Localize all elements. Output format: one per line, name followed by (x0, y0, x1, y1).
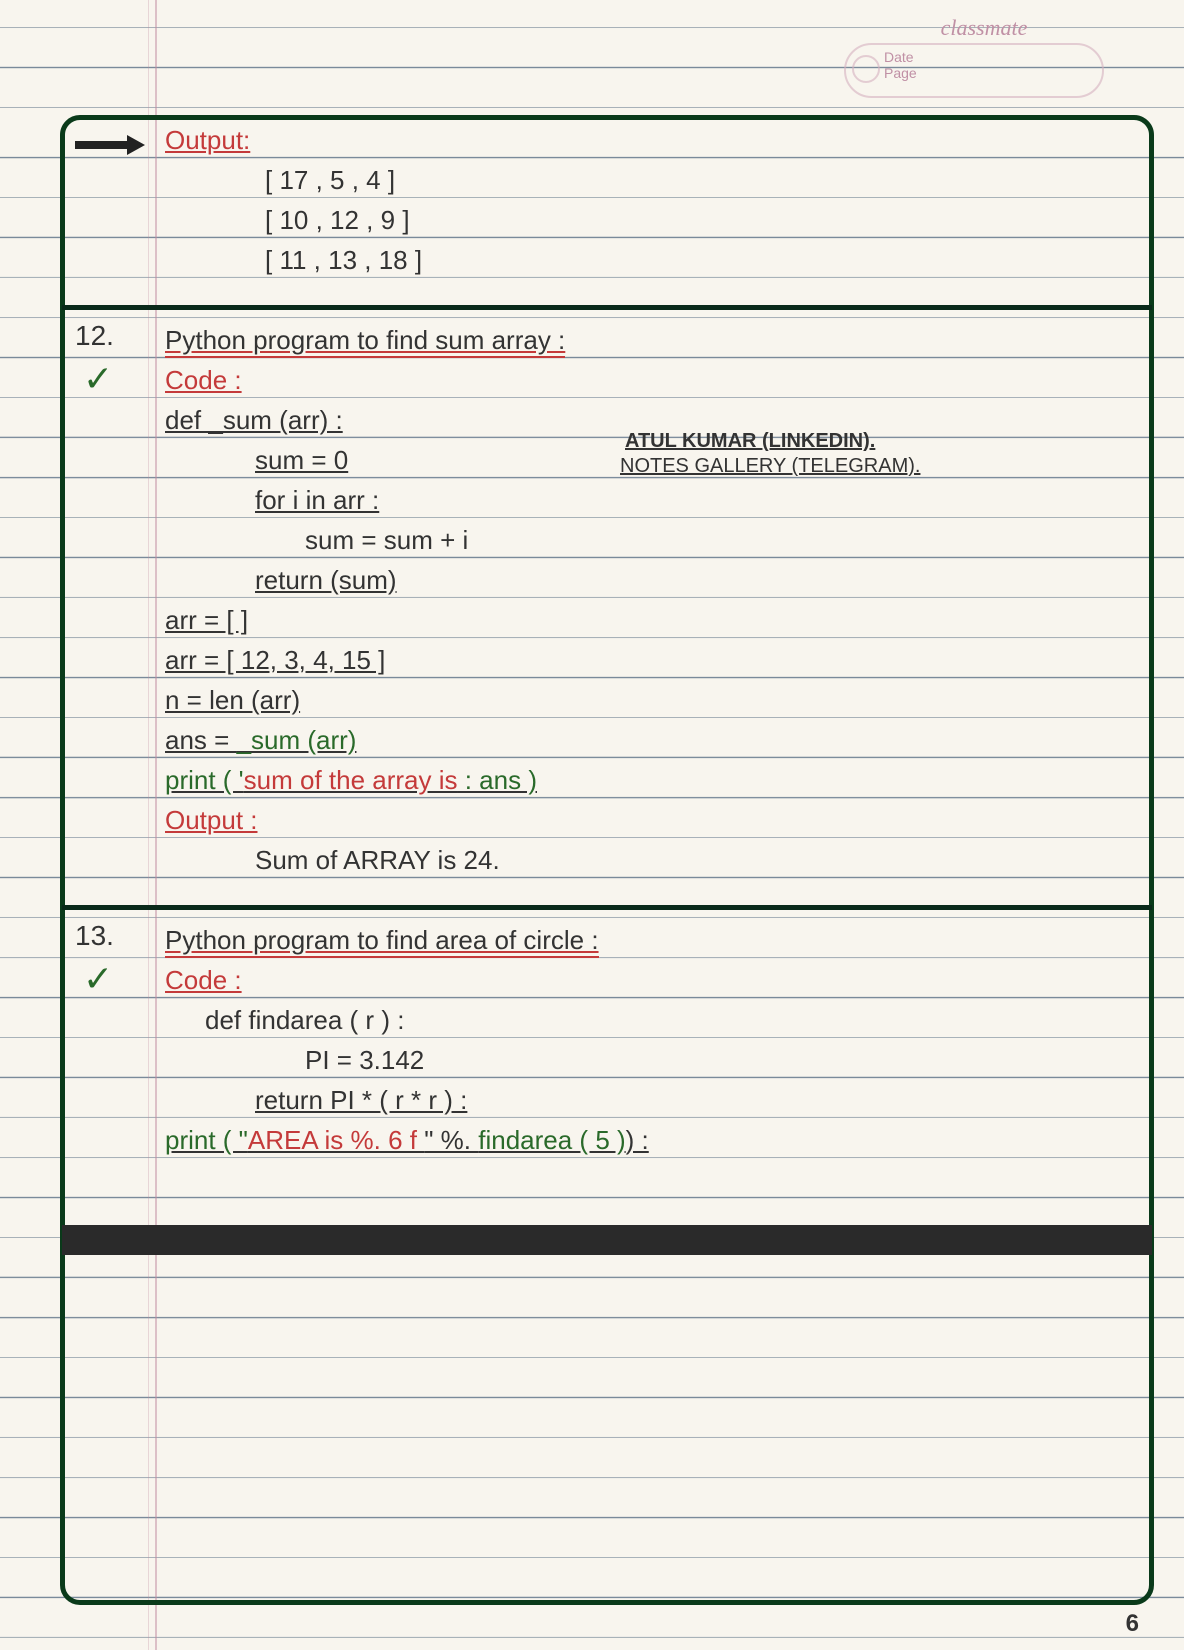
q12-l10b: sum of the array is (244, 765, 458, 795)
arrow-icon (75, 135, 145, 155)
spacer (165, 880, 1134, 920)
q13-code-line-4: print ( "AREA is %. 6 f " %. findarea ( … (165, 1120, 1134, 1160)
page-number: 6 (1126, 1610, 1139, 1638)
q13-title-row: Python program to find area of circle : (165, 920, 1134, 960)
q13-l4e: ) : (626, 1125, 649, 1155)
checkmark-icon: ✓ (83, 958, 113, 1000)
output-row-3: [ 11 , 13 , 18 ] (165, 240, 1134, 280)
notebook-page: classmate Date Page 12. ✓ 13. ✓ Output: … (0, 0, 1184, 1650)
section-divider-bold (62, 1225, 1152, 1255)
brand-decoration (844, 43, 1104, 98)
output-row-1: [ 17 , 5 , 4 ] (165, 160, 1134, 200)
q12-l10a: print ( ' (165, 765, 244, 795)
q13-l4a: print ( " (165, 1125, 248, 1155)
q12-code-line-5: return (sum) (165, 560, 1134, 600)
q13-code-label: Code : (165, 960, 1134, 1000)
q12-code-line-10: print ( 'sum of the array is : ans ) (165, 760, 1134, 800)
q12-code-line-6: arr = [ ] (165, 600, 1134, 640)
q13-title: Python program to find area of circle : (165, 924, 599, 958)
author-credit-1: ATUL KUMAR (LINKEDIN). (625, 430, 875, 453)
spacer (165, 280, 1134, 320)
q12-code-line-8: n = len (arr) (165, 680, 1134, 720)
q13-code-line-2: PI = 3.142 (165, 1040, 1134, 1080)
output-row-2: [ 10 , 12 , 9 ] (165, 200, 1134, 240)
q13-code-line-3: return PI * ( r * r ) : (165, 1080, 1134, 1120)
page-content: Output: [ 17 , 5 , 4 ] [ 10 , 12 , 9 ] [… (165, 120, 1134, 1160)
output-label: Output: (165, 120, 1134, 160)
question-number-13: 13. (75, 920, 114, 952)
q12-title: Python program to find sum array : (165, 324, 565, 358)
section-divider-1 (62, 305, 1152, 310)
q13-l4d: findarea ( 5 ) (478, 1125, 625, 1155)
question-number-12: 12. (75, 320, 114, 352)
q13-l4b: AREA is %. 6 f (248, 1125, 424, 1155)
q13-code-line-1: def findarea ( r ) : (165, 1000, 1134, 1040)
q12-output-value: Sum of ARRAY is 24. (165, 840, 1134, 880)
q12-l9b: _sum (arr) (237, 725, 357, 755)
q12-code-line-9: ans = _sum (arr) (165, 720, 1134, 760)
q12-code-line-4: sum = sum + i (165, 520, 1134, 560)
brand-name: classmate (844, 15, 1124, 41)
notebook-brand-header: classmate Date Page (844, 15, 1124, 100)
checkmark-icon: ✓ (83, 358, 113, 400)
brand-circle-decoration (852, 55, 880, 83)
q12-l9a: ans = (165, 725, 237, 755)
section-divider-2 (62, 905, 1152, 910)
q12-code-line-3: for i in arr : (165, 480, 1134, 520)
q12-title-row: Python program to find sum array : (165, 320, 1134, 360)
q12-output-label: Output : (165, 800, 1134, 840)
q12-l10c: : ans ) (458, 765, 537, 795)
q13-l4c: " %. (424, 1125, 478, 1155)
q12-code-line-7: arr = [ 12, 3, 4, 15 ] (165, 640, 1134, 680)
author-credit-2: NOTES GALLERY (TELEGRAM). (620, 455, 920, 478)
q12-code-label: Code : (165, 360, 1134, 400)
